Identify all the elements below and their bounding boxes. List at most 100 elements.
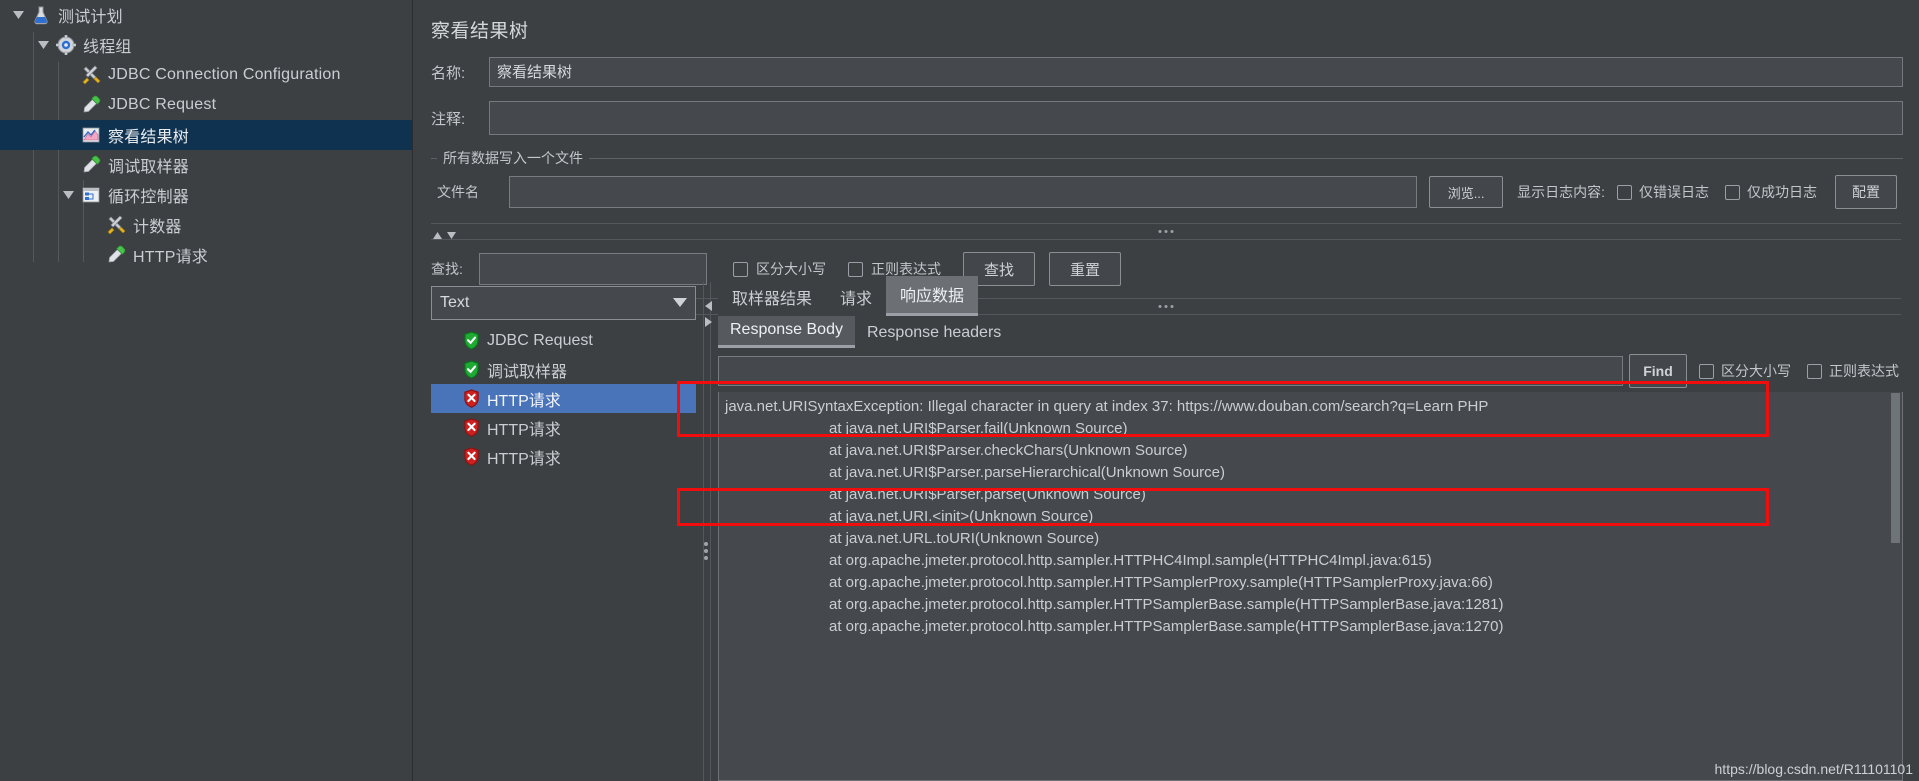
list-item[interactable]: HTTP请求	[431, 413, 696, 442]
tree-item-8[interactable]: HTTP请求	[0, 240, 412, 270]
errors-only-checkbox[interactable]	[1617, 184, 1632, 200]
tree-item-label: 循环控制器	[108, 189, 190, 206]
search-regex-checkbox[interactable]	[848, 261, 863, 277]
result-tabs[interactable]: 取样器结果 请求 响应数据	[718, 276, 1903, 316]
success-shield-icon	[463, 360, 487, 379]
controller-icon	[78, 185, 104, 205]
tree-item-6[interactable]: 循环控制器	[0, 180, 412, 210]
configure-button[interactable]: 配置	[1835, 175, 1897, 209]
arrow-up-icon[interactable]	[433, 226, 442, 244]
tree-item-label: HTTP请求	[133, 249, 208, 266]
tree-item-label: 计数器	[133, 219, 182, 236]
errors-only-label[interactable]: 仅错误日志	[1639, 182, 1709, 202]
response-line: at java.net.URI$Parser.parseHierarchical…	[829, 464, 1226, 481]
response-case-label[interactable]: 区分大小写	[1721, 361, 1791, 381]
tree-item-label: 调试取样器	[108, 159, 190, 176]
splitter-right-arrow-icon[interactable]	[705, 314, 712, 332]
splitter-line	[703, 282, 704, 781]
collapse-arrows[interactable]	[433, 226, 456, 244]
vertical-splitter[interactable]	[696, 282, 718, 781]
name-input[interactable]: 察看结果树	[489, 57, 1903, 87]
list-item[interactable]: HTTP请求	[431, 442, 696, 471]
tree-item-7[interactable]: 计数器	[0, 210, 412, 240]
tools-icon	[78, 65, 104, 85]
error-shield-icon	[463, 418, 487, 437]
jmeter-window: 测试计划线程组 JDBC Connection Configuration JDBC…	[0, 0, 1919, 781]
tree-item-label: 察看结果树	[108, 129, 190, 146]
response-regex-label[interactable]: 正则表达式	[1829, 361, 1899, 381]
group-legend: 所有数据写入一个文件	[437, 149, 589, 167]
tree-item-label: JDBC Connection Configuration	[108, 66, 341, 83]
splitter-grip[interactable]	[704, 542, 708, 560]
tree-item-3[interactable]: JDBC Request	[0, 90, 412, 120]
flask-icon	[28, 5, 54, 25]
tree-item-2[interactable]: JDBC Connection Configuration	[0, 60, 412, 90]
error-shield-icon	[463, 447, 487, 466]
list-item[interactable]: JDBC Request	[431, 326, 696, 355]
search-case-label[interactable]: 区分大小写	[756, 259, 826, 279]
response-line: at java.net.URL.toURI(Unknown Source)	[829, 530, 1100, 547]
arrow-down-icon[interactable]	[447, 226, 456, 244]
comment-input[interactable]	[489, 101, 1903, 135]
response-scrollbar-thumb[interactable]	[1891, 393, 1900, 543]
response-line: at java.net.URI$Parser.fail(Unknown Sour…	[829, 420, 1128, 437]
list-item[interactable]: HTTP请求	[431, 384, 696, 413]
tab-1[interactable]: 请求	[826, 279, 887, 316]
renderer-select-value: Text	[440, 294, 470, 311]
tree-item-label: 测试计划	[58, 9, 123, 26]
subtab-1[interactable]: Response headers	[855, 319, 1013, 348]
response-find-button[interactable]: Find	[1629, 354, 1687, 388]
response-line: at org.apache.jmeter.protocol.http.sampl…	[829, 596, 1504, 613]
chevron-down-icon[interactable]	[673, 294, 687, 312]
browse-button[interactable]: 浏览...	[1429, 176, 1504, 208]
tab-2[interactable]: 响应数据	[886, 276, 979, 316]
pipette-icon	[78, 95, 104, 115]
chevron-down-icon[interactable]	[33, 41, 53, 49]
filename-input[interactable]	[509, 176, 1418, 208]
list-item-label: JDBC Request	[487, 331, 593, 349]
tree-item-1[interactable]: 线程组	[0, 30, 412, 60]
response-subtabs[interactable]: Response Body Response headers	[718, 316, 1903, 348]
response-line: at org.apache.jmeter.protocol.http.sampl…	[829, 574, 1493, 591]
reset-button[interactable]: 重置	[1049, 252, 1121, 286]
success-only-label[interactable]: 仅成功日志	[1747, 182, 1817, 202]
sample-result-list[interactable]: JDBC Request 调试取样器 HTTP请求 HTTP请求 HTTP请求	[431, 326, 696, 781]
divider-grip[interactable]	[1158, 230, 1174, 233]
response-find-bar: Find 区分大小写 正则表达式	[718, 348, 1903, 392]
tools-icon	[103, 215, 129, 235]
list-item-label: 调试取样器	[487, 363, 568, 381]
tree-item-5[interactable]: 调试取样器	[0, 150, 412, 180]
response-scrollbar[interactable]	[1890, 393, 1901, 779]
tree-item-4[interactable]: 察看结果树	[0, 120, 412, 150]
chevron-down-icon[interactable]	[58, 191, 78, 199]
name-row: 名称: 察看结果树	[421, 57, 1911, 87]
test-plan-tree[interactable]: 测试计划线程组 JDBC Connection Configuration JDBC…	[0, 0, 413, 781]
tab-0[interactable]: 取样器结果	[718, 279, 827, 316]
tree-item-label: JDBC Request	[108, 96, 217, 113]
success-only-checkbox[interactable]	[1725, 184, 1740, 200]
subtab-0[interactable]: Response Body	[718, 316, 855, 348]
response-body-textarea[interactable]: java.net.URISyntaxException: Illegal cha…	[718, 392, 1903, 781]
chart-icon	[78, 125, 104, 145]
response-regex-checkbox[interactable]	[1807, 363, 1822, 379]
list-item-label: HTTP请求	[487, 392, 561, 410]
response-line: at java.net.URI$Parser.parse(Unknown Sou…	[829, 486, 1146, 503]
divider-strip-top[interactable]	[431, 223, 1901, 240]
response-line: at org.apache.jmeter.protocol.http.sampl…	[829, 552, 1432, 569]
chevron-down-icon[interactable]	[8, 11, 28, 19]
tree-item-0[interactable]: 测试计划	[0, 0, 412, 30]
result-tree-panel: 察看结果树 名称: 察看结果树 注释: 所有数据写入一个文件 文件名 浏览...	[413, 0, 1919, 781]
page-title: 察看结果树	[431, 21, 529, 42]
tree-item-label: 线程组	[83, 39, 132, 56]
gear-icon	[53, 35, 79, 55]
response-case-checkbox[interactable]	[1699, 363, 1714, 379]
search-case-checkbox[interactable]	[733, 261, 748, 277]
response-find-input[interactable]	[718, 356, 1623, 386]
results-left-column: Text JDBC Request 调试取样器 HTTP请求 HTTP请求 HTTP请求	[431, 282, 696, 781]
pipette-icon	[103, 245, 129, 265]
error-shield-icon	[463, 389, 487, 408]
list-item[interactable]: 调试取样器	[431, 355, 696, 384]
search-input[interactable]	[479, 253, 707, 285]
response-line: java.net.URISyntaxException: Illegal cha…	[725, 398, 1489, 415]
renderer-select[interactable]: Text	[431, 286, 696, 320]
